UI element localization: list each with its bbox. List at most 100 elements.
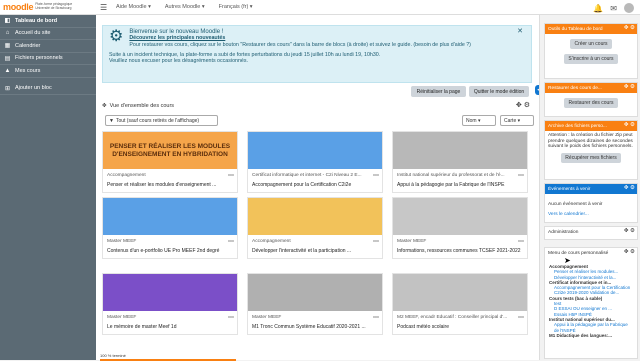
course-category: Accompagnement <box>252 239 291 244</box>
sidebar-item-label: Ajouter un bloc <box>15 85 52 92</box>
retrieve-files-button[interactable]: Récupérer mes fichiers <box>561 152 621 163</box>
course-title[interactable]: Le mémoire de master Meef 1d <box>107 324 232 330</box>
more-options-icon[interactable]: ⋯ <box>373 314 379 321</box>
more-options-icon[interactable]: ⋯ <box>228 314 234 321</box>
logo-subtitle: Plate-forme pédagogique Université de St… <box>35 2 73 10</box>
block-actions-icon[interactable]: ✥ ⚙ <box>624 185 635 191</box>
more-options-icon[interactable]: ⋯ <box>518 238 524 245</box>
archive-warning-text: Attention : la création du fichier Zip p… <box>548 133 633 150</box>
more-options-icon[interactable]: ⋯ <box>518 172 524 179</box>
sidebar-item-add-block[interactable]: ⊞ Ajouter un bloc <box>0 83 96 95</box>
course-title[interactable]: Penser et réaliser les modules d'enseign… <box>107 182 232 188</box>
course-category: Master MEEF <box>397 239 427 244</box>
course-category: Accompagnement <box>107 173 146 178</box>
sidebar-item-files[interactable]: ▤ Fichiers personnels <box>0 53 96 65</box>
block-actions-icon[interactable]: ✥ ⚙ <box>624 228 635 234</box>
mouse-cursor: ➤ <box>564 256 571 265</box>
block-actions-icon[interactable]: ✥ ⚙ <box>516 101 530 109</box>
course-card[interactable]: Institut national supérieur du professor… <box>392 131 528 193</box>
course-title[interactable]: Informations, ressources communes TCSEF … <box>397 248 522 254</box>
course-image[interactable] <box>103 274 237 311</box>
create-course-button[interactable]: Créer un cours <box>570 39 612 49</box>
course-image[interactable] <box>103 198 237 235</box>
course-title[interactable]: Contenus d'un e-portfolio UE Pro MEEF 2n… <box>107 248 232 254</box>
more-options-icon[interactable]: ⋯ <box>373 172 379 179</box>
sort-dropdown[interactable]: Nom ▾ <box>462 115 496 126</box>
course-title[interactable]: Accompagnement pour la Certification C2i… <box>252 182 377 188</box>
sidebar-item-calendar[interactable]: ▦ Calendrier <box>0 40 96 53</box>
move-icon[interactable]: ✥ <box>102 103 107 109</box>
sidebar-item-dashboard[interactable]: ◧ Tableau de bord <box>0 15 96 28</box>
sidebar-item-my-courses[interactable]: ▲ Mes cours <box>0 65 96 78</box>
course-category: Master MEEF <box>252 315 282 320</box>
bell-icon[interactable]: 🔔 <box>593 4 603 13</box>
block-restore-courses: Restaurer des cours de... ✥ ⚙ Restaurer d… <box>544 82 638 117</box>
course-card[interactable]: Certificat informatique et internet - C2… <box>247 131 383 193</box>
reset-page-button[interactable]: Réinitialiser la page <box>411 86 466 97</box>
course-title[interactable]: Podcast météo scolaire <box>397 324 522 330</box>
course-image[interactable] <box>248 198 382 235</box>
restore-courses-button[interactable]: Restaurer des cours <box>564 98 618 108</box>
block-custom-course-menu: Menu de cours personnalisé ✥ ⚙ Accompagne… <box>544 247 638 359</box>
menu-aide-moodle[interactable]: Aide Moodle ▾ <box>116 4 151 10</box>
hamburger-menu-icon[interactable]: ☰ <box>100 3 108 12</box>
language-menu[interactable]: Français (fr) ▾ <box>219 4 253 10</box>
block-actions-icon[interactable]: ✥ ⚙ <box>624 25 635 31</box>
block-actions-icon[interactable]: ✥ ⚙ <box>624 122 635 128</box>
course-image[interactable] <box>393 198 527 235</box>
course-image[interactable] <box>248 274 382 311</box>
course-card[interactable]: M2 MEEF, encadr Educatif : Conseiller pr… <box>392 273 528 335</box>
plus-square-icon: ⊞ <box>4 85 11 92</box>
main-content: ⚙ Bienvenue sur le nouveau Moodle ! Déco… <box>96 15 539 361</box>
course-image[interactable] <box>393 132 527 169</box>
course-card[interactable]: Accompagnement Développer l'interactivit… <box>247 197 383 259</box>
course-filter-bar: ▼ Tout (sauf cours retirés de l'affichage… <box>102 115 534 127</box>
sidebar-item-label: Mes cours <box>15 67 41 74</box>
sidebar-item-label: Tableau de bord <box>15 17 58 24</box>
block-archive-files: Archive des fichiers perso... ✥ ⚙ Attenti… <box>544 120 638 180</box>
enrol-course-button[interactable]: S'inscrire à un cours <box>564 54 618 64</box>
course-card[interactable]: Master MEEF M1 Tronc Commun Système Educ… <box>247 273 383 335</box>
view-dropdown[interactable]: Carte ▾ <box>500 115 534 126</box>
course-overview-header: ✥ Vue d'ensemble des cours ✥ ⚙ <box>102 101 532 111</box>
nav-drawer: ◧ Tableau de bord ⌂ Accueil du site ▦ Calen… <box>0 15 96 360</box>
calendar-link[interactable]: Vers le calendrier... <box>545 210 637 220</box>
course-card[interactable]: PENSER ET RÉALISER LES MODULES D'ENSEIGN… <box>102 131 238 193</box>
more-options-icon[interactable]: ⋯ <box>373 238 379 245</box>
course-menu-item[interactable]: Appui à la pédagogie par la Fabrique <box>545 322 637 327</box>
more-options-icon[interactable]: ⋯ <box>228 172 234 179</box>
close-icon[interactable]: ✕ <box>517 28 523 35</box>
file-icon: ▤ <box>4 55 11 62</box>
logo-text: moodle <box>3 2 34 12</box>
block-administration: Administration ✥ ⚙ <box>544 226 638 240</box>
welcome-notice: ⚙ Bienvenue sur le nouveau Moodle ! Déco… <box>102 25 532 83</box>
course-title[interactable]: Développer l'interactivité et la partici… <box>252 248 377 254</box>
course-category: Master MEEF <box>107 239 137 244</box>
quit-edit-mode-button[interactable]: Quitter le mode édition <box>469 86 529 97</box>
course-image[interactable] <box>248 132 382 169</box>
sidebar-item-home[interactable]: ⌂ Accueil du site <box>0 28 96 40</box>
block-actions-icon[interactable]: ✥ ⚙ <box>624 249 635 255</box>
moodle-logo[interactable]: moodle Plate-forme pédagogique Universit… <box>0 0 96 15</box>
chat-icon[interactable]: ✉ <box>610 4 617 13</box>
course-image[interactable] <box>393 274 527 311</box>
block-actions-icon[interactable]: ✥ ⚙ <box>624 84 635 90</box>
filter-label: Tout (sauf cours retirés de l'affichage) <box>115 117 200 124</box>
filter-icon: ▼ <box>109 117 114 124</box>
course-filter-dropdown[interactable]: ▼ Tout (sauf cours retirés de l'affichage… <box>105 115 218 126</box>
more-options-icon[interactable]: ⋯ <box>228 238 234 245</box>
course-image[interactable]: PENSER ET RÉALISER LES MODULES D'ENSEIGN… <box>103 132 237 169</box>
menu-autres-moodle[interactable]: Autres Moodle ▾ <box>165 4 205 10</box>
course-card[interactable]: Master MEEF Informations, ressources com… <box>392 197 528 259</box>
more-options-icon[interactable]: ⋯ <box>518 314 524 321</box>
course-card[interactable]: Master MEEF Contenus d'un e-portfolio UE… <box>102 197 238 259</box>
course-category: Institut national supérieur du professor… <box>397 173 505 178</box>
block-upcoming-events: Événements à venir ✥ ⚙ Aucun événement à … <box>544 183 638 223</box>
progress-label: 100 % terminé <box>100 353 126 358</box>
course-menu-item[interactable]: M1 Didactique des langues:... <box>545 333 637 338</box>
course-title[interactable]: Appui à la pédagogie par la Fabrique de … <box>397 182 522 188</box>
user-avatar[interactable] <box>624 3 634 13</box>
block-title: Menu de cours personnalisé <box>548 250 609 256</box>
course-title[interactable]: M1 Tronc Commun Système Educatif 2020-20… <box>252 324 377 330</box>
course-card[interactable]: Master MEEF Le mémoire de master Meef 1d… <box>102 273 238 335</box>
